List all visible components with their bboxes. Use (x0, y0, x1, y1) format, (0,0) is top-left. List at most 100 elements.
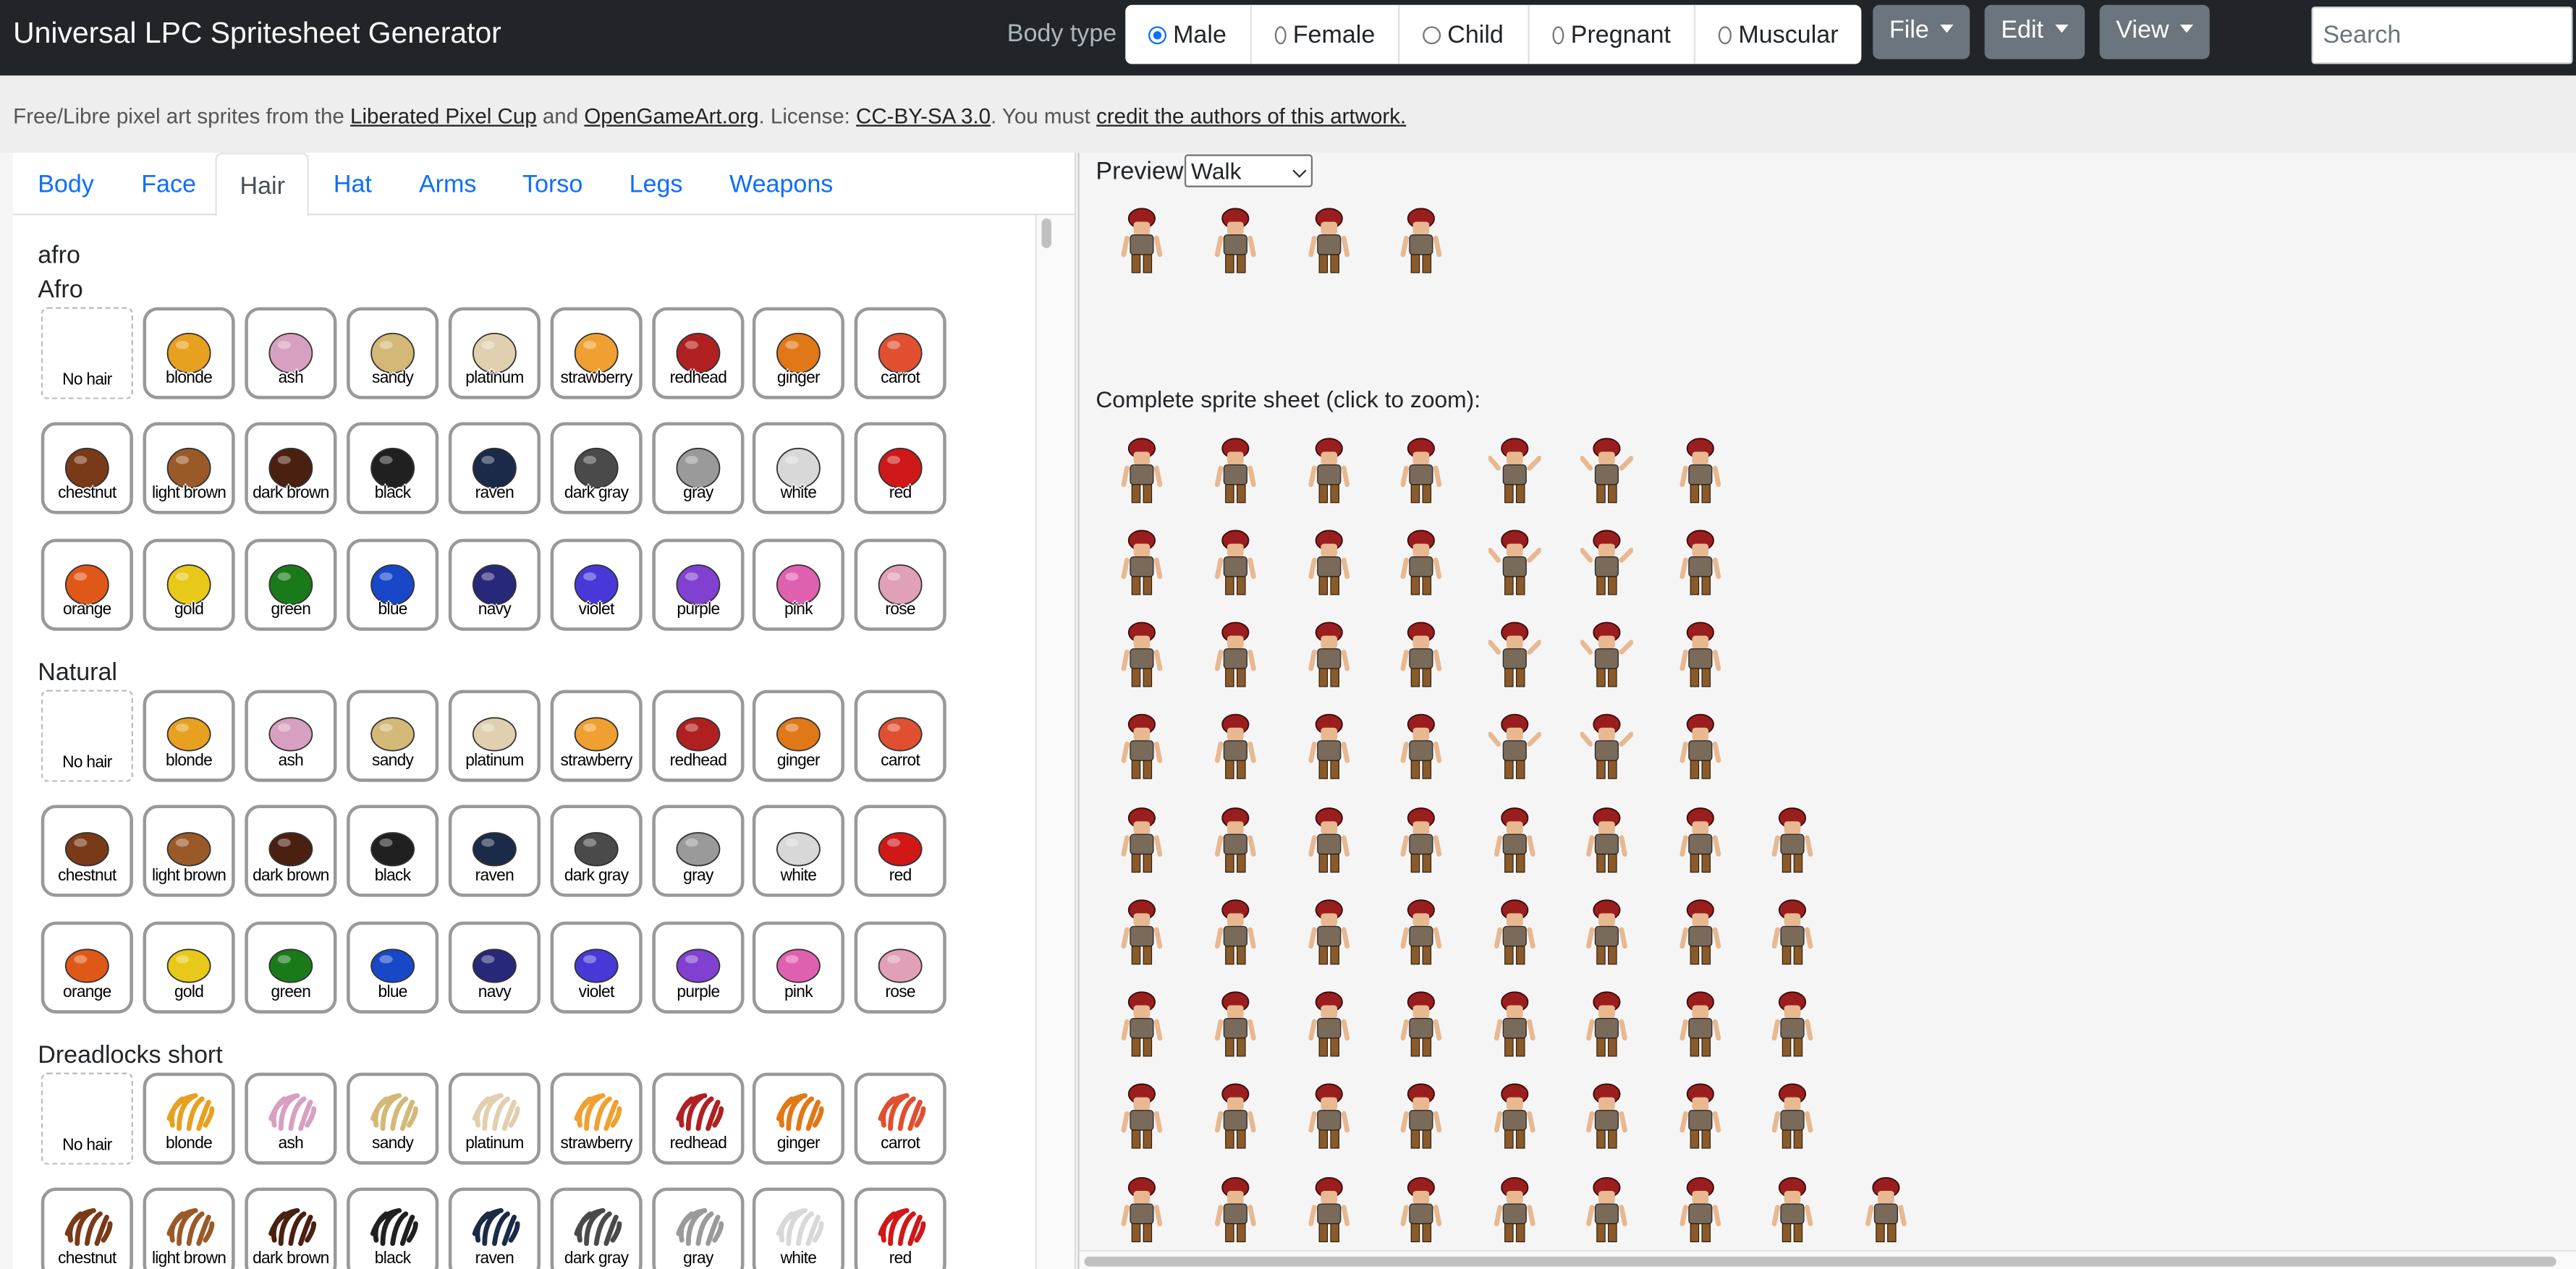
scroll-thumb[interactable] (1041, 218, 1052, 248)
tab-hat[interactable]: Hat (334, 153, 372, 215)
scroll-thumb[interactable] (1084, 1256, 2556, 1267)
hair-option-tile[interactable]: carrot (854, 1072, 946, 1165)
hair-option-tile[interactable]: blue (347, 538, 439, 631)
hair-option-tile[interactable]: white (752, 1187, 844, 1269)
edit-menu-button[interactable]: Edit (1984, 4, 2085, 59)
hair-option-tile[interactable]: strawberry (550, 1072, 643, 1165)
hair-option-tile[interactable]: blonde (143, 307, 235, 399)
search-input[interactable]: Search (2311, 7, 2573, 64)
license-link[interactable]: CC-BY-SA 3.0 (856, 103, 991, 128)
hair-option-tile[interactable]: dark gray (550, 422, 643, 514)
hair-option-tile[interactable]: navy (448, 538, 541, 631)
hair-option-tile[interactable]: red (854, 1187, 946, 1269)
hair-option-tile[interactable]: gray (652, 422, 745, 514)
hair-option-tile[interactable]: platinum (448, 689, 541, 782)
hair-option-tile[interactable]: raven (448, 422, 541, 514)
radio-icon[interactable] (1552, 25, 1564, 44)
body-type-pregnant[interactable]: Pregnant (1528, 4, 1693, 64)
hair-option-tile[interactable]: platinum (448, 307, 541, 399)
hair-option-tile[interactable]: carrot (854, 689, 946, 782)
hair-option-tile[interactable]: No hair (41, 307, 133, 399)
hair-option-tile[interactable]: dark brown (245, 422, 337, 514)
hair-option-tile[interactable]: ash (245, 689, 337, 782)
animation-select[interactable]: Walk (1184, 154, 1313, 187)
hair-option-tile[interactable]: purple (652, 538, 745, 631)
hair-option-tile[interactable]: blue (347, 921, 439, 1014)
hair-option-tile[interactable]: sandy (347, 307, 439, 399)
hair-option-tile[interactable]: chestnut (41, 1187, 133, 1269)
tab-face[interactable]: Face (141, 153, 196, 215)
hair-option-tile[interactable]: No hair (41, 1072, 133, 1165)
hair-option-tile[interactable]: redhead (652, 689, 745, 782)
hair-option-tile[interactable]: ginger (752, 1072, 844, 1165)
hair-option-tile[interactable]: pink (752, 921, 844, 1014)
hair-option-tile[interactable]: navy (448, 921, 541, 1014)
tab-hair[interactable]: Hair (215, 153, 309, 217)
hair-option-tile[interactable]: redhead (652, 307, 745, 399)
hair-option-tile[interactable]: chestnut (41, 805, 133, 897)
hair-option-tile[interactable]: strawberry (550, 307, 643, 399)
hair-option-tile[interactable]: pink (752, 538, 844, 631)
tab-weapons[interactable]: Weapons (729, 153, 833, 215)
hair-option-tile[interactable]: light brown (143, 805, 235, 897)
hair-option-tile[interactable]: dark brown (245, 1187, 337, 1269)
hair-option-tile[interactable]: dark gray (550, 1187, 643, 1269)
hair-option-tile[interactable]: orange (41, 921, 133, 1014)
hair-option-tile[interactable]: No hair (41, 689, 133, 782)
radio-icon[interactable] (1148, 25, 1166, 44)
oga-link[interactable]: OpenGameArt.org (584, 103, 758, 128)
hair-option-tile[interactable]: green (245, 538, 337, 631)
hair-option-tile[interactable]: violet (550, 538, 643, 631)
hair-option-tile[interactable]: chestnut (41, 422, 133, 514)
hair-option-tile[interactable]: raven (448, 1187, 541, 1269)
hair-option-tile[interactable]: rose (854, 538, 946, 631)
hair-option-tile[interactable]: rose (854, 921, 946, 1014)
hair-option-tile[interactable]: sandy (347, 689, 439, 782)
hair-option-tile[interactable]: ginger (752, 307, 844, 399)
app-title[interactable]: Universal LPC Spritesheet Generator (13, 17, 501, 51)
hair-option-tile[interactable]: blonde (143, 1072, 235, 1165)
hair-option-tile[interactable]: raven (448, 805, 541, 897)
hair-option-tile[interactable]: orange (41, 538, 133, 631)
hair-option-tile[interactable]: light brown (143, 422, 235, 514)
hair-option-tile[interactable]: white (752, 805, 844, 897)
radio-icon[interactable] (1274, 25, 1287, 44)
hair-option-tile[interactable]: dark brown (245, 805, 337, 897)
body-type-muscular[interactable]: Muscular (1693, 4, 1862, 64)
hair-option-tile[interactable]: strawberry (550, 689, 643, 782)
hair-option-tile[interactable]: dark gray (550, 805, 643, 897)
hair-option-tile[interactable]: blonde (143, 689, 235, 782)
hair-option-tile[interactable]: carrot (854, 307, 946, 399)
hair-option-tile[interactable]: ash (245, 1072, 337, 1165)
hair-option-tile[interactable]: white (752, 422, 844, 514)
credit-link[interactable]: credit the authors of this artwork. (1096, 103, 1406, 128)
body-type-child[interactable]: Child (1398, 4, 1528, 64)
file-menu-button[interactable]: File (1873, 4, 1970, 59)
tab-arms[interactable]: Arms (419, 153, 476, 215)
hair-option-tile[interactable]: gray (652, 1187, 745, 1269)
hair-option-tile[interactable]: platinum (448, 1072, 541, 1165)
hair-option-tile[interactable]: red (854, 805, 946, 897)
hair-option-tile[interactable]: gold (143, 921, 235, 1014)
radio-icon[interactable] (1718, 25, 1732, 44)
lpc-link[interactable]: Liberated Pixel Cup (350, 103, 537, 128)
hair-option-tile[interactable]: gray (652, 805, 745, 897)
horizontal-scrollbar[interactable] (1079, 1249, 2576, 1269)
view-menu-button[interactable]: View (2099, 4, 2211, 59)
hair-option-tile[interactable]: redhead (652, 1072, 745, 1165)
body-type-male[interactable]: Male (1125, 5, 1250, 64)
hair-option-tile[interactable]: violet (550, 921, 643, 1014)
hair-option-tile[interactable]: black (347, 422, 439, 514)
vertical-scrollbar[interactable] (1035, 215, 1075, 1269)
radio-icon[interactable] (1423, 25, 1441, 44)
hair-option-tile[interactable]: black (347, 805, 439, 897)
hair-option-tile[interactable]: ash (245, 307, 337, 399)
tab-torso[interactable]: Torso (522, 153, 582, 215)
hair-option-tile[interactable]: red (854, 422, 946, 514)
hair-option-tile[interactable]: gold (143, 538, 235, 631)
hair-option-tile[interactable]: black (347, 1187, 439, 1269)
hair-option-tile[interactable]: purple (652, 921, 745, 1014)
tab-legs[interactable]: Legs (630, 153, 683, 215)
hair-option-tile[interactable]: green (245, 921, 337, 1014)
body-type-female[interactable]: Female (1250, 4, 1398, 64)
